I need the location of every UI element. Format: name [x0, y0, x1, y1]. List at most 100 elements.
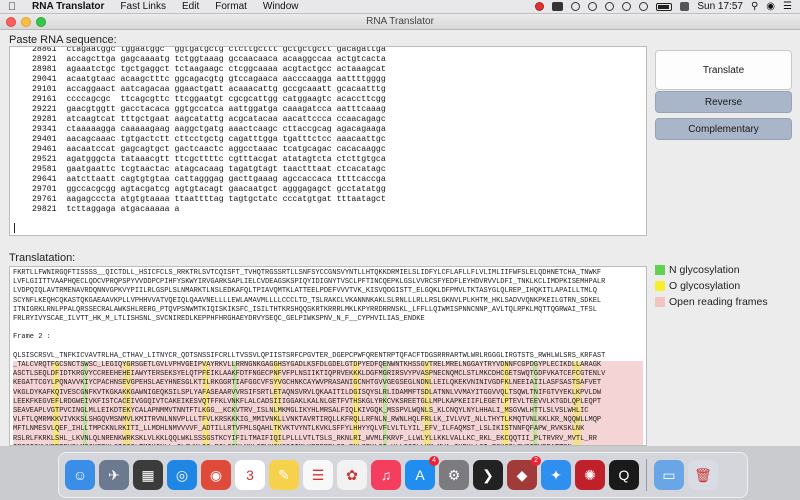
finder-icon[interactable]: ☺: [65, 460, 95, 490]
o-glycosylation-swatch: [655, 281, 665, 291]
legend-n-glycosylation: N glycosylation: [655, 264, 795, 276]
menu-clock[interactable]: Sun 17:57: [697, 1, 743, 12]
sequence-line: 28981 agaaatctgc tgctgaggct tctaagaagc c…: [32, 65, 386, 74]
sequence-line: 29821 tcttaggaga atgacaaaaa a: [32, 205, 180, 214]
calculator-icon[interactable]: ▦: [133, 460, 163, 490]
safari-icon[interactable]: ◎: [167, 460, 197, 490]
menu-format[interactable]: Format: [207, 1, 255, 12]
sequence-line: 29401 aacagcaaac tgtgactctt cttcctgctg c…: [32, 135, 386, 144]
translation-line: LVFLGIITTVAAPHQECLQDCVPRQPSPYVVDDPCPIHFY…: [13, 278, 606, 287]
translation-line: LVDPQIQLAVTRMENAVRDQNNVGPKVYPIILRLGSPLSL…: [13, 287, 597, 296]
sequence-line: 29701 ggccacgcgg agtacgatcg agtgtacagt g…: [32, 185, 386, 194]
badge-count: 2: [531, 456, 541, 466]
dock: ☺ ✈ ▦ ◎ ◉ 3 ✎ ☰ ✿ ♫ A 4 ⚙ ❯ ◆ 2 ✦ ✺ Q ▭ 🗑: [58, 452, 748, 498]
badge-count: 4: [429, 456, 439, 466]
menu-extras: Sun 17:57 ⚲ ◉ ☰: [535, 1, 800, 12]
wifi-icon[interactable]: [622, 2, 632, 11]
translation-line: LEEKFKEGVEFLRDGWEIVKFISTCACEIVGGQIVTCAKE…: [13, 397, 643, 408]
system-preferences-icon[interactable]: ⚙: [439, 460, 469, 490]
sequence-line: 29641 aatcttaatt cagtgtgtaa cattagggag g…: [32, 175, 386, 184]
app-store-icon[interactable]: A4: [405, 456, 439, 490]
safari-compass-icon[interactable]: ✦: [541, 460, 571, 490]
apple-icon[interactable]: : [0, 1, 24, 13]
menu-fast-links[interactable]: Fast Links: [112, 1, 174, 12]
siri-icon[interactable]: ◉: [766, 1, 775, 12]
quicktime-icon[interactable]: Q: [609, 460, 639, 490]
sequence-line: 28861 ctagaatggc tggaatggc ggtgatgctg ct…: [32, 46, 386, 54]
menu-edit[interactable]: Edit: [174, 1, 207, 12]
n-glycosylation-swatch: [655, 265, 665, 275]
sequence-input[interactable]: 28861 ctagaatggc tggaatggc ggtgatgctg ct…: [9, 46, 647, 236]
translation-line: QRQGISKVHRRERYSLMSCKFEKLSIGGQLTMGKGNLL_G…: [13, 443, 643, 445]
sequence-line: 28921 accagcttga gagcaaaatg tctggtaaag g…: [32, 55, 386, 64]
reverse-button[interactable]: Reverse: [655, 91, 792, 113]
sequence-line: 29581 gaatgaattc tcgtaactac atagcacaag t…: [32, 165, 386, 174]
legend-label: O glycosylation: [669, 280, 741, 292]
downloads-folder-icon[interactable]: ▭: [654, 460, 684, 490]
translation-line: FKRTLLFWNIRGQFTISSSS__QICTDLL_HSICFCLS_R…: [13, 269, 602, 277]
trash-icon[interactable]: 🗑: [688, 460, 718, 490]
sequence-line: 29221 gaacgtggtt gacctacaca ggtgccatca a…: [32, 105, 386, 114]
translation-line: ASCTLSEQLDFIDTKRGVYCCREEHEHEIAWYTERSEKSY…: [13, 370, 643, 380]
window-title: RNA Translator: [366, 16, 434, 27]
terminal-icon[interactable]: ❯: [473, 460, 503, 490]
dock-separator: [646, 459, 647, 491]
complementary-button[interactable]: Complementary: [655, 118, 792, 140]
music-icon[interactable]: ♫: [371, 460, 401, 490]
legend-o-glycosylation: O glycosylation: [655, 280, 795, 292]
translation-line: _TALCVRQTFGCSNCTSWSC_LEGIQYGRSGETLGVLVPH…: [13, 361, 643, 371]
open-reading-frames-swatch: [655, 297, 665, 307]
rna-translator-icon[interactable]: ✺: [575, 460, 605, 490]
minimize-window-icon[interactable]: [21, 17, 31, 27]
translation-line: VLFTLQMRMKKVIVKKSLSHGQVMSNMVLKMITRVNLNNV…: [13, 416, 643, 426]
notes-icon[interactable]: ✎: [269, 460, 299, 490]
chrome-icon[interactable]: ◉: [201, 460, 231, 490]
close-window-icon[interactable]: [6, 17, 16, 27]
notification-center-icon[interactable]: ☰: [783, 1, 792, 12]
sequence-line: 29281 atcaagtcat tttgctgaat aagcatattg a…: [32, 115, 386, 124]
sequence-line: 29041 acaatgtaac acaagctttc ggcagacgtg g…: [32, 75, 386, 84]
record-status-icon[interactable]: [535, 2, 545, 11]
sequence-line: 29341 ctaaaaagga caaaaagaag aaggctgatg a…: [32, 125, 386, 134]
legend-label: Open reading frames: [669, 296, 768, 308]
menu-app-name[interactable]: RNA Translator: [24, 1, 112, 12]
sequence-text[interactable]: 28861 ctagaatggc tggaatggc ggtgatgctg ct…: [32, 46, 386, 215]
translation-line: SEAVEAPLVGTPVCINGLMLLEIKDTEKYCALAPNMMVTN…: [13, 407, 643, 417]
sync-icon[interactable]: [571, 2, 581, 11]
reminders-icon[interactable]: ☰: [303, 460, 333, 490]
input-flag-icon[interactable]: [680, 2, 690, 11]
translation-line: KEGATTCGYLPQNAVVKIYCPACHNSEVGPEHSLAEYHNE…: [13, 379, 643, 389]
sequence-line: 29521 agatgggcta tataaacgtt ttcgcttttc c…: [32, 155, 386, 164]
legend-label: N glycosylation: [669, 264, 740, 276]
time-machine-icon[interactable]: [588, 2, 598, 11]
battery-icon[interactable]: [656, 2, 673, 11]
sequence-line: 29101 accaggaact aatcagacaa ggaactgatt a…: [32, 85, 386, 94]
photos-icon[interactable]: ✿: [337, 460, 367, 490]
translation-line: FRLRYIVYSCAE_ILVTT_HK_M_LTLISHSNL_SVCNIR…: [13, 315, 425, 324]
translation-output[interactable]: FKRTLLFWNIRGQFTISSSS__QICTDLL_HSICFCLS_R…: [9, 266, 647, 446]
translation-line: RSLRLFKRKLSHL_LKVNLQLNRENKWRKSKLVLKKLQQL…: [13, 434, 643, 444]
bluetooth-icon[interactable]: [605, 2, 615, 11]
translation-line: VKGLDYKAFKQIVESCGNFKVTKGKAKKGAWNIGEQKSIL…: [13, 388, 643, 398]
translate-button[interactable]: Translate: [655, 50, 792, 90]
display-icon[interactable]: [552, 2, 564, 11]
menu-bar:  RNA Translator Fast Links Edit Format …: [0, 0, 800, 14]
unknown-app-icon[interactable]: ◆ 2: [507, 456, 541, 490]
menu-window[interactable]: Window: [255, 1, 307, 12]
translation-line: ITNIGRKLRNLPPALQRSSECRALAWKSHLRERG_PTQVP…: [13, 305, 597, 314]
translation-line: MFTLNMESVLQEF_IHLLTMPCKNLRKITI_LLMDHLNMV…: [13, 425, 643, 435]
title-bar[interactable]: RNA Translator: [0, 14, 800, 30]
sequence-line: 29761 aagagcccta atgtgtaaaa ttaattttag t…: [32, 195, 386, 204]
launchpad-icon[interactable]: ✈: [99, 460, 129, 490]
spotlight-icon[interactable]: ⚲: [751, 1, 758, 12]
calendar-icon[interactable]: 3: [235, 460, 265, 490]
sequence-line: 29161 ccccagcgc ttcagcgttc ttcggaatgt cg…: [32, 95, 386, 104]
sequence-label: Paste RNA sequence:: [9, 34, 117, 46]
sequence-line: 29461 aacaatccat gagcagtgct gactcaactc a…: [32, 145, 386, 154]
text-caret: [14, 223, 15, 233]
zoom-window-icon[interactable]: [36, 17, 46, 27]
app-window: RNA Translator Paste RNA sequence: 28861…: [0, 14, 800, 446]
translation-text[interactable]: FKRTLLFWNIRGQFTISSSS__QICTDLL_HSICFCLS_R…: [13, 269, 643, 445]
volume-icon[interactable]: [639, 2, 649, 11]
window-controls: [6, 17, 46, 27]
